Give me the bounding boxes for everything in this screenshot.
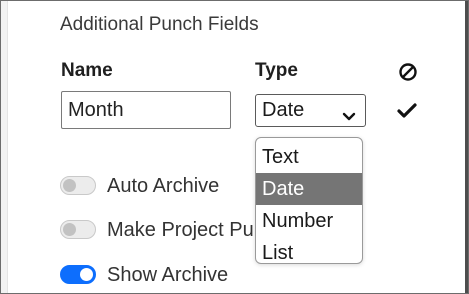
field-type-select[interactable]: Date: [255, 94, 366, 127]
toggle-row-show-archive: Show Archive: [60, 261, 300, 289]
type-column-header: Type: [255, 60, 298, 81]
section-title: Additional Punch Fields: [60, 14, 259, 35]
show-archive-label: Show Archive: [107, 264, 229, 286]
ban-icon: [398, 62, 418, 82]
toggle-knob: [80, 268, 93, 281]
dropdown-option-date[interactable]: Date: [256, 173, 362, 205]
toggle-row-auto-archive: Auto Archive: [60, 172, 254, 200]
dropdown-option-text[interactable]: Text: [256, 141, 362, 173]
show-archive-toggle[interactable]: [60, 265, 96, 284]
panel-left-edge: [1, 1, 8, 293]
settings-panel: Additional Punch Fields Name Type Month …: [0, 0, 469, 294]
checkmark-icon[interactable]: [396, 101, 418, 121]
auto-archive-toggle[interactable]: [60, 176, 96, 195]
toggle-knob: [63, 179, 76, 192]
make-project-public-toggle[interactable]: [60, 220, 96, 239]
dropdown-option-number[interactable]: Number: [256, 205, 362, 237]
name-column-header: Name: [61, 60, 113, 81]
type-dropdown-list: Text Date Number List: [255, 137, 363, 264]
chevron-down-icon: [342, 103, 356, 121]
auto-archive-label: Auto Archive: [107, 175, 220, 197]
panel-scrollbar[interactable]: [465, 1, 468, 293]
field-type-select-value: Date: [262, 99, 305, 121]
make-project-public-label: Make Project Pu: [107, 219, 254, 241]
dropdown-option-list[interactable]: List: [256, 237, 362, 263]
toggle-knob: [63, 223, 76, 236]
toggle-row-make-project-public: Make Project Pu: [60, 216, 254, 244]
field-name-input[interactable]: Month: [61, 91, 231, 129]
